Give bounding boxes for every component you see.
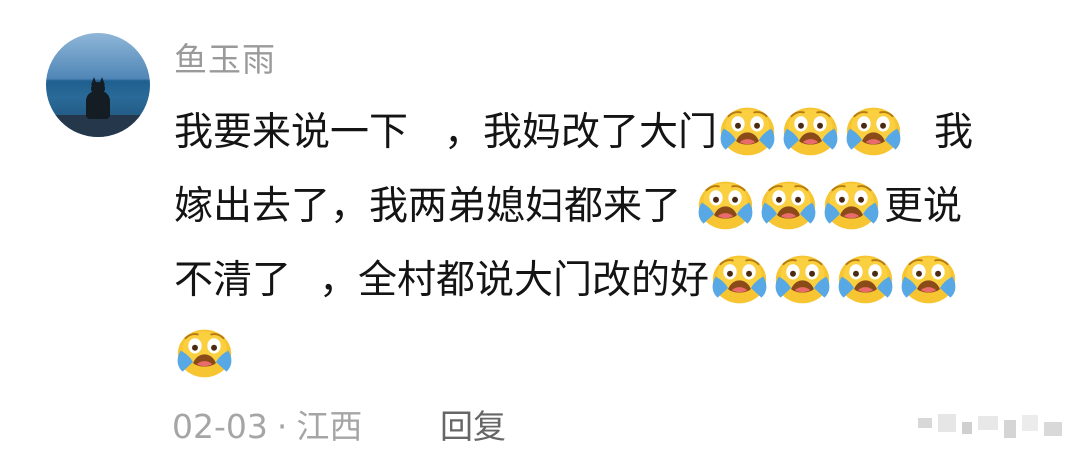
meta-separator: · bbox=[276, 407, 288, 446]
comment-text-segment: 我 bbox=[934, 110, 974, 155]
comment-location: 江西 bbox=[296, 407, 363, 446]
loudly-crying-face-icon bbox=[772, 248, 833, 309]
loudly-crying-face-icon bbox=[898, 248, 959, 309]
loudly-crying-face-icon bbox=[835, 248, 896, 309]
comment-text-segment: 我要来说一下 bbox=[174, 110, 409, 155]
loudly-crying-face-icon bbox=[780, 100, 841, 161]
comment-text-segment: ，全村都说大门改的好 bbox=[319, 258, 710, 303]
comment-text-segment: 不清了 bbox=[174, 258, 292, 303]
comment-line-3: 不清了 ，全村都说大门改的好 bbox=[174, 244, 1044, 318]
comment-text-segment: 嫁出去了，我两弟媳妇都来了 bbox=[174, 184, 682, 229]
loudly-crying-face-icon bbox=[695, 174, 756, 235]
comment-body: 我要来说一下 ，我妈改了大门 我 嫁出去了，我两弟媳妇都来了 更说 不清了 ，全村都说大… bbox=[174, 96, 1044, 392]
loudly-crying-face-icon bbox=[843, 100, 904, 161]
comment-line-1: 我要来说一下 ，我妈改了大门 我 bbox=[174, 96, 1044, 170]
avatar[interactable] bbox=[46, 33, 150, 137]
comment-line-4 bbox=[174, 318, 1044, 392]
comment-date: 02-03 bbox=[172, 407, 268, 446]
loudly-crying-face-icon bbox=[174, 322, 235, 383]
comment-line-2: 嫁出去了，我两弟媳妇都来了 更说 bbox=[174, 170, 1044, 244]
comment-meta: 02-03 · 江西 bbox=[172, 404, 362, 450]
loudly-crying-face-icon bbox=[821, 174, 882, 235]
loudly-crying-face-icon bbox=[709, 248, 770, 309]
reply-button[interactable]: 回复 bbox=[440, 404, 506, 450]
cat-silhouette bbox=[86, 91, 110, 119]
loudly-crying-face-icon bbox=[758, 174, 819, 235]
loudly-crying-face-icon bbox=[717, 100, 778, 161]
comment-card: 鱼玉雨 我要来说一下 ，我妈改了大门 我 嫁出去了，我两弟媳妇都来了 更说 不清了 ，全… bbox=[0, 0, 1080, 456]
comment-text-segment: ，我妈改了大门 bbox=[444, 110, 718, 155]
watermark-logo bbox=[918, 414, 1062, 438]
username[interactable]: 鱼玉雨 bbox=[174, 38, 276, 82]
comment-text-segment: 更说 bbox=[884, 184, 963, 229]
